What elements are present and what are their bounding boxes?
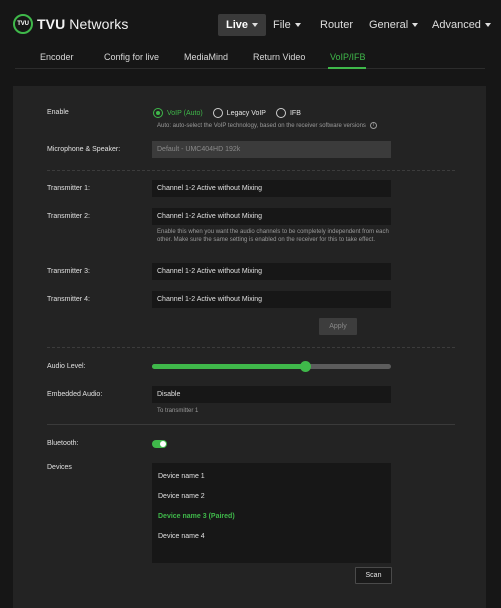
embedded-audio-select[interactable]: Disable <box>152 386 391 403</box>
devices-label: Devices <box>47 464 72 471</box>
enable-hint: Auto: auto-select the VoIP technology, b… <box>157 122 377 130</box>
topnav-file[interactable]: File <box>273 14 301 36</box>
radio-voip-auto[interactable]: VoIP (Auto) <box>153 108 203 118</box>
transmitter-1-label: Transmitter 1: <box>47 185 90 192</box>
tvu-logo-icon: TVU <box>13 14 33 34</box>
tab-config-for-live[interactable]: Config for live <box>104 52 159 62</box>
transmitter-4-label: Transmitter 4: <box>47 296 90 303</box>
list-item[interactable]: Device name 1 <box>158 473 205 480</box>
scan-button[interactable]: Scan <box>355 567 392 584</box>
top-bar: TVU TVU Networks Live File Router Genera… <box>0 0 501 48</box>
list-item[interactable]: Device name 3 (Paired) <box>158 513 235 520</box>
transmitter-3-label: Transmitter 3: <box>47 268 90 275</box>
tab-mediamind[interactable]: MediaMind <box>184 52 228 62</box>
info-icon[interactable]: i <box>369 122 377 129</box>
topnav-advanced[interactable]: Advanced <box>432 14 491 36</box>
transmitter-1-select[interactable]: Channel 1-2 Active without Mixing <box>152 180 391 197</box>
radio-unselected-icon <box>275 108 286 118</box>
chevron-down-icon <box>294 23 301 28</box>
apply-button[interactable]: Apply <box>319 318 357 335</box>
mic-speaker-label: Microphone & Speaker: <box>47 146 121 153</box>
bluetooth-toggle[interactable] <box>152 440 167 448</box>
brand-name: TVU Networks <box>37 16 129 32</box>
enable-radio-group: VoIP (Auto) Legacy VoIP IFB <box>153 108 311 118</box>
section-divider <box>47 424 455 425</box>
audio-level-handle[interactable] <box>299 361 311 372</box>
radio-selected-icon <box>153 108 163 118</box>
topnav-router[interactable]: Router <box>320 14 353 36</box>
list-item[interactable]: Device name 4 <box>158 533 205 540</box>
embedded-audio-label: Embedded Audio: <box>47 391 103 398</box>
list-item[interactable]: Device name 2 <box>158 493 205 500</box>
toggle-knob <box>160 441 166 447</box>
chevron-down-icon <box>484 23 491 28</box>
devices-list: Device name 1 Device name 2 Device name … <box>152 463 391 563</box>
subnav-divider <box>15 68 485 69</box>
tab-encoder[interactable]: Encoder <box>40 52 74 62</box>
topnav-general[interactable]: General <box>369 14 419 36</box>
audio-level-slider[interactable] <box>152 361 391 372</box>
embedded-audio-hint: To transmitter 1 <box>157 408 199 414</box>
radio-legacy-voip[interactable]: Legacy VoIP <box>212 108 266 118</box>
enable-label: Enable <box>47 109 69 116</box>
tab-voip-ifb[interactable]: VoIP/IFB <box>330 52 366 62</box>
brand-logo[interactable]: TVU TVU Networks <box>13 14 128 34</box>
chevron-down-icon <box>252 23 259 28</box>
audio-level-label: Audio Level: <box>47 363 86 370</box>
radio-ifb[interactable]: IFB <box>275 108 301 118</box>
mic-speaker-select[interactable]: Default - UMC404HD 192k <box>152 141 391 158</box>
transmitter-hint: Enable this when you want the audio chan… <box>157 229 389 243</box>
section-divider <box>47 170 455 171</box>
active-tab-indicator <box>328 67 366 69</box>
transmitter-2-select[interactable]: Channel 1-2 Active without Mixing <box>152 208 391 225</box>
radio-unselected-icon <box>212 108 223 118</box>
transmitter-4-select[interactable]: Channel 1-2 Active without Mixing <box>152 291 391 308</box>
chevron-down-icon <box>412 23 419 28</box>
topnav-live[interactable]: Live <box>218 14 267 36</box>
bluetooth-label: Bluetooth: <box>47 440 79 447</box>
section-divider <box>47 347 455 348</box>
transmitter-2-label: Transmitter 2: <box>47 213 90 220</box>
tab-return-video[interactable]: Return Video <box>253 52 305 62</box>
audio-level-fill <box>152 364 305 369</box>
transmitter-3-select[interactable]: Channel 1-2 Active without Mixing <box>152 263 391 280</box>
